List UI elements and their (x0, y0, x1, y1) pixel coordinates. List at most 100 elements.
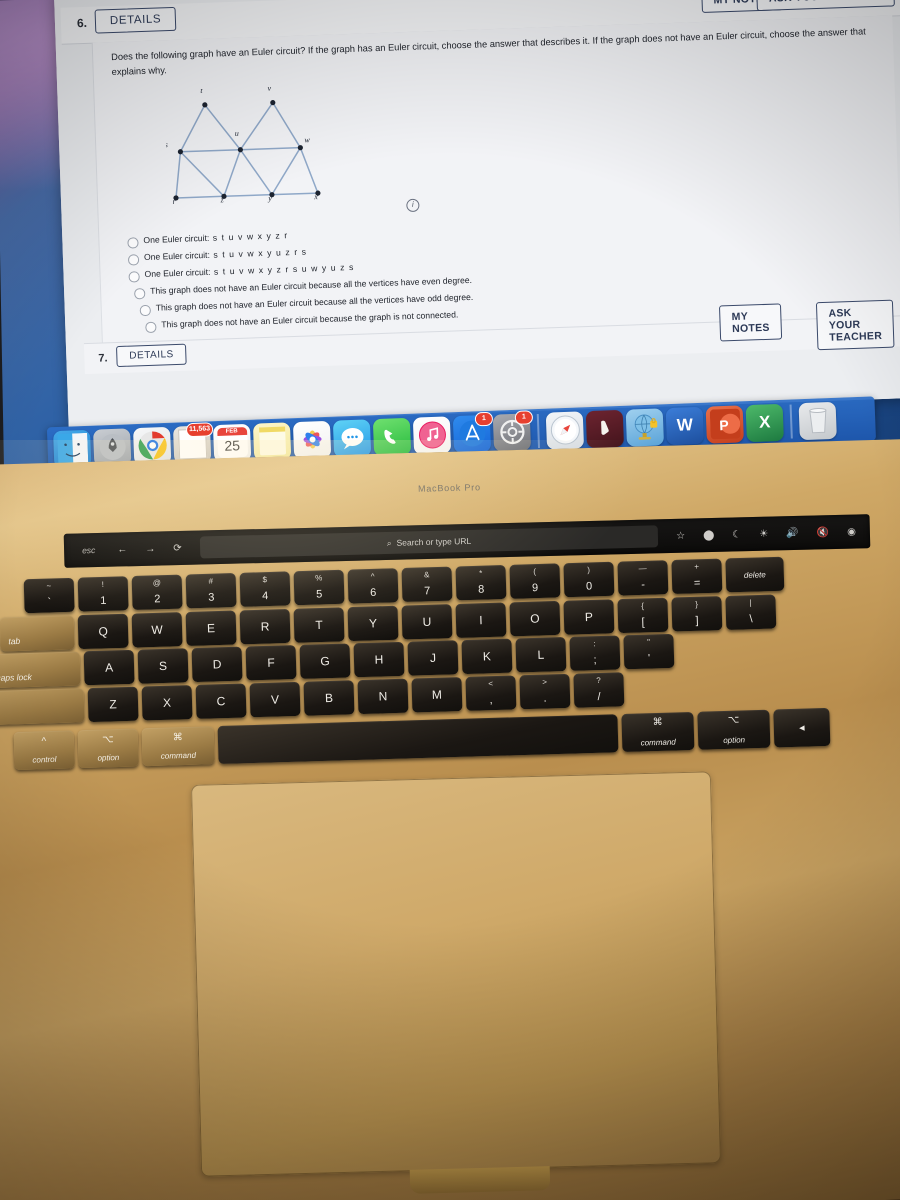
trash-icon[interactable] (798, 401, 837, 440)
key-5[interactable]: % 5 (293, 569, 345, 606)
key-;[interactable]: :; (569, 635, 621, 671)
key-8[interactable]: * 8 (455, 564, 507, 601)
info-icon[interactable]: i (406, 198, 420, 213)
sublime-text-icon[interactable] (585, 409, 625, 448)
key-J[interactable]: J (407, 640, 459, 676)
key-K[interactable]: K (461, 638, 513, 675)
radio-button[interactable] (127, 254, 139, 266)
radio-button[interactable] (127, 237, 139, 249)
brightness-up-icon[interactable]: ☀ (753, 528, 774, 540)
key-S[interactable]: S (137, 648, 189, 684)
my-notes-button-2[interactable]: MY NOTES (719, 303, 783, 342)
key-N[interactable]: N (357, 678, 409, 715)
key-][interactable]: }] (671, 596, 723, 632)
photos-icon[interactable] (292, 420, 332, 459)
key-.[interactable]: >. (519, 673, 571, 710)
mute-icon[interactable]: 🔇 (811, 527, 836, 539)
key-G[interactable]: G (299, 643, 351, 679)
microsoft-excel-icon[interactable]: X (745, 403, 784, 442)
radio-button[interactable] (145, 321, 157, 333)
key-X[interactable]: X (141, 685, 193, 721)
radio-button[interactable] (134, 288, 145, 299)
key-[[interactable]: {[ (617, 597, 669, 634)
microsoft-powerpoint-icon[interactable]: P (705, 404, 744, 444)
graph-edge (175, 151, 182, 199)
microsoft-word-icon[interactable]: W (665, 406, 704, 445)
key-2[interactable]: @2 (131, 574, 183, 611)
search-input[interactable]: Search or type URL (396, 536, 471, 548)
key-7[interactable]: & 7 (401, 566, 453, 603)
key-A[interactable]: A (83, 649, 135, 686)
key-option-left[interactable]: ⌥ option (77, 728, 139, 769)
circle-icon[interactable]: ⬤ (697, 529, 720, 541)
key-\[interactable]: | \ (725, 594, 777, 630)
key-,[interactable]: <, (465, 675, 517, 711)
key--[interactable]: — - (617, 560, 669, 596)
volume-icon[interactable]: 🔊 (780, 527, 805, 539)
ask-your-teacher-button[interactable]: ASK YOUR TEACHER (756, 0, 895, 12)
key-W[interactable]: W (131, 612, 183, 648)
key-/[interactable]: ? / (573, 672, 625, 708)
key-caps-lock[interactable]: caps lock (0, 651, 81, 689)
answer-option-label: One Euler circuit: s t u v w x y z r (143, 230, 289, 246)
key-U[interactable]: U (401, 604, 453, 640)
key-=[interactable]: + = (671, 558, 723, 595)
graph-edge (272, 102, 301, 149)
system-preferences-icon[interactable]: 1 (492, 409, 534, 452)
key-E[interactable]: E (185, 610, 237, 646)
star-icon[interactable]: ☆ (670, 530, 691, 542)
radio-button[interactable] (139, 304, 151, 316)
key-D[interactable]: D (191, 646, 243, 683)
key-C[interactable]: C (195, 683, 247, 719)
key-F[interactable]: F (245, 645, 297, 681)
key-B[interactable]: B (303, 680, 355, 716)
key-M[interactable]: M (411, 677, 463, 713)
key-shift[interactable]: hift (0, 688, 85, 726)
key-R[interactable]: R (239, 608, 291, 645)
keyboard[interactable]: ~ `! 1 @2 #3 $4% 5 ^ 6 & 7 * 8(9) 0— - + = delete tab Q W E R T… (0, 548, 900, 778)
key-H[interactable]: H (353, 641, 405, 678)
key-delete[interactable]: delete (725, 556, 785, 593)
calendar-icon[interactable]: FEB 25 (212, 423, 252, 462)
network-globe-icon[interactable] (625, 407, 664, 447)
key-option-right[interactable]: ⌥ option (697, 709, 771, 750)
radio-button[interactable] (128, 271, 140, 283)
key-9[interactable]: (9 (509, 563, 561, 599)
itunes-music-icon[interactable] (412, 415, 452, 455)
key-L[interactable]: L (515, 637, 567, 673)
app-store-icon[interactable]: 1 (452, 411, 494, 453)
facetime-icon[interactable] (372, 417, 412, 456)
photos-app-icon[interactable]: 11,563 (172, 421, 214, 464)
key-4[interactable]: $4 (239, 571, 291, 607)
ask-your-teacher-button-2[interactable]: ASK YOUR TEACHER (816, 299, 895, 351)
key-3[interactable]: #3 (185, 572, 237, 609)
key-1[interactable]: ! 1 (77, 576, 129, 612)
key-space[interactable] (217, 714, 619, 765)
key-command-left[interactable]: ⌘ command (141, 726, 215, 767)
brightness-down-icon[interactable]: ☾ (726, 529, 747, 541)
key-0[interactable]: ) 0 (563, 561, 615, 598)
key-V[interactable]: V (249, 681, 301, 718)
notes-icon[interactable] (252, 421, 292, 461)
siri-icon[interactable]: ◉ (841, 526, 862, 538)
safari-icon[interactable] (545, 410, 585, 450)
key-O[interactable]: O (509, 600, 561, 637)
key-control[interactable]: ^ control (13, 730, 75, 771)
key-'[interactable]: " ' (623, 633, 675, 670)
key-Q[interactable]: Q (77, 613, 129, 650)
key-`[interactable]: ~ ` (23, 577, 75, 614)
svg-text:P: P (719, 417, 729, 433)
key-tab[interactable]: tab (0, 615, 75, 652)
key-Y[interactable]: Y (347, 605, 399, 642)
key-T[interactable]: T (293, 607, 345, 643)
trackpad[interactable] (190, 771, 722, 1177)
question-7-details-button[interactable]: DETAILS (115, 343, 188, 368)
key-arrow-left[interactable]: ◄ (773, 707, 831, 748)
key-6[interactable]: ^ 6 (347, 568, 399, 604)
key-command-right[interactable]: ⌘ command (621, 711, 695, 753)
key-P[interactable]: P (563, 599, 615, 635)
key-I[interactable]: I (455, 602, 507, 638)
key-Z[interactable]: Z (87, 686, 139, 723)
messages-icon[interactable] (332, 418, 372, 458)
details-button[interactable]: DETAILS (94, 6, 177, 34)
